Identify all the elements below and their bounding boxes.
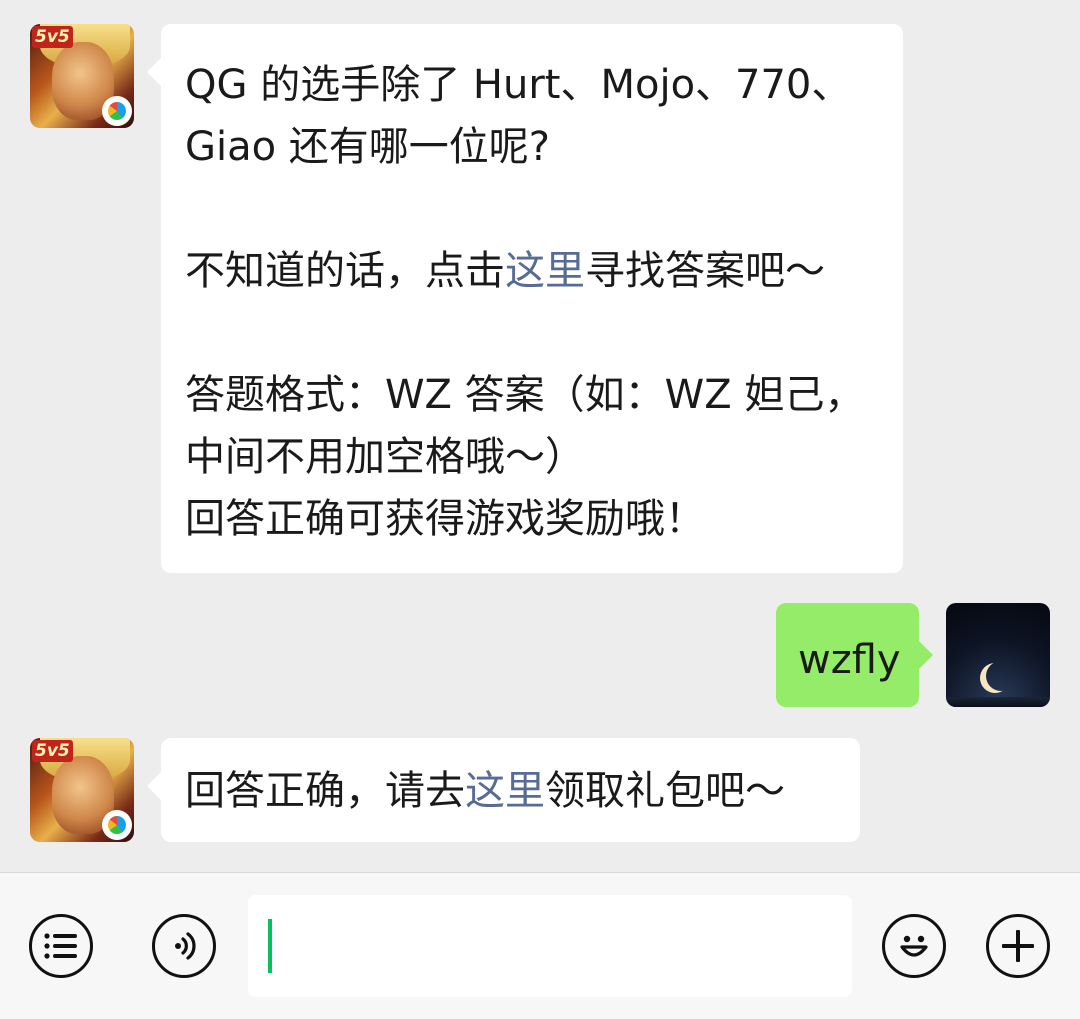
gift-link[interactable]: 这里	[465, 768, 545, 814]
user-message-text: wzfly	[798, 637, 901, 683]
tencent-logo-icon	[102, 96, 132, 126]
voice-button[interactable]	[152, 914, 216, 978]
message-input[interactable]	[248, 895, 852, 997]
plus-icon	[1002, 930, 1034, 962]
voice-icon	[175, 932, 196, 960]
message-bubble[interactable]: QG 的选手除了 Hurt、Mojo、770、 Giao 还有哪一位呢? 不知道…	[147, 24, 903, 573]
tencent-logo-icon	[102, 810, 132, 840]
message-bubble[interactable]: 回答正确，请去这里领取礼包吧～	[147, 738, 860, 842]
official-avatar[interactable]: 5v5	[30, 24, 134, 128]
message-line: QG 的选手除了 Hurt、Mojo、770、	[185, 62, 852, 108]
message-line: 不知道的话，点击这里寻找答案吧～	[185, 248, 825, 294]
list-icon	[44, 933, 77, 959]
message-line: 答题格式：WZ 答案（如：WZ 妲己，	[185, 372, 865, 418]
moon-icon	[986, 661, 1016, 691]
answer-link[interactable]: 这里	[505, 248, 585, 294]
menu-button[interactable]	[29, 914, 93, 978]
emoji-button[interactable]	[882, 914, 946, 978]
smiley-icon	[900, 935, 928, 957]
official-avatar[interactable]: 5v5	[30, 738, 134, 842]
message-line: 回答正确可获得游戏奖励哦！	[185, 496, 705, 542]
message-gap	[185, 302, 879, 364]
input-bar	[0, 872, 1080, 1019]
badge-5v5: 5v5	[32, 740, 73, 762]
text-caret	[268, 919, 272, 973]
more-button[interactable]	[986, 914, 1050, 978]
message-line: 回答正确，请去这里领取礼包吧～	[185, 768, 785, 814]
message-line: 中间不用加空格哦～）	[185, 434, 585, 480]
message-line: Giao 还有哪一位呢?	[185, 124, 551, 170]
message-gap	[185, 178, 879, 240]
user-avatar[interactable]	[946, 603, 1050, 707]
badge-5v5: 5v5	[32, 26, 73, 48]
user-message-bubble[interactable]: wzfly	[776, 603, 933, 707]
